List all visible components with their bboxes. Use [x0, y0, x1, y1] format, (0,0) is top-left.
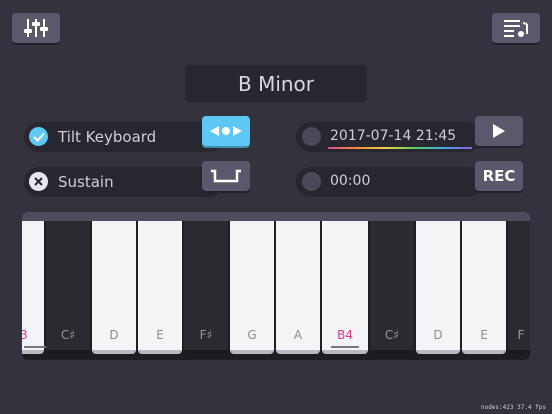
sustain-pedal-button[interactable] — [202, 161, 250, 191]
black-key[interactable]: C♯ — [370, 221, 414, 354]
tilt-keyboard-label: Tilt Keyboard — [58, 128, 157, 146]
key-label: D — [433, 328, 443, 342]
key-label: F — [517, 328, 525, 342]
black-key[interactable]: F♯ — [184, 221, 228, 354]
white-key[interactable]: E — [138, 221, 182, 354]
black-key[interactable]: C♯ — [46, 221, 90, 354]
key-display[interactable]: B Minor — [185, 65, 367, 102]
c-marker — [331, 346, 359, 348]
debug-stats: nodes:423 37.4 fps — [480, 404, 546, 411]
play-icon — [493, 124, 505, 138]
tilt-keyboard-row[interactable]: Tilt Keyboard — [24, 122, 224, 152]
mixer-button[interactable] — [12, 13, 60, 43]
piano-keyboard[interactable]: 3 C♯ D E F♯ G A B4 C♯ D E F — [22, 212, 530, 360]
white-key[interactable]: G — [230, 221, 274, 354]
x-icon[interactable] — [29, 172, 48, 191]
sliders-icon — [24, 19, 48, 37]
white-key[interactable]: D — [416, 221, 460, 354]
tilt-mode-button[interactable] — [202, 116, 250, 146]
key-label: G — [247, 328, 257, 342]
keyboard-top-bar — [22, 212, 530, 221]
white-key[interactable]: E — [462, 221, 506, 354]
key-label: C♯ — [384, 328, 400, 342]
key-label: 3 — [22, 328, 28, 342]
key-label: E — [156, 328, 164, 342]
rec-label: REC — [482, 167, 516, 185]
play-button[interactable] — [475, 116, 523, 146]
key-label: D — [109, 328, 119, 342]
sustain-label: Sustain — [58, 173, 114, 191]
key-label: F♯ — [199, 328, 213, 342]
arrows-left-dot-right-icon — [210, 126, 242, 136]
white-key[interactable]: B4 — [322, 221, 368, 354]
recorder-indicator — [302, 172, 321, 191]
white-key[interactable]: 3 — [22, 221, 52, 354]
recording-title: 2017-07-14 21:45 — [330, 128, 457, 144]
white-key[interactable]: A — [276, 221, 320, 354]
recording-select-indicator[interactable] — [302, 127, 321, 146]
key-label: B Minor — [237, 71, 315, 96]
white-key[interactable]: D — [92, 221, 136, 354]
check-icon[interactable] — [29, 127, 48, 146]
key-label: E — [480, 328, 488, 342]
playlist-button[interactable] — [492, 13, 540, 43]
key-label: A — [293, 328, 303, 342]
recording-row[interactable]: 2017-07-14 21:45 — [296, 122, 482, 152]
recorder-time: 00:00 — [330, 173, 371, 189]
recording-waveform-strip — [328, 147, 472, 149]
black-key[interactable]: F — [508, 221, 530, 354]
playlist-music-icon — [504, 20, 528, 37]
rec-button[interactable]: REC — [475, 161, 523, 191]
key-label: B4 — [337, 328, 353, 342]
recorder-row[interactable]: 00:00 — [296, 167, 482, 197]
sustain-pedal-icon — [211, 169, 241, 183]
sustain-row[interactable]: Sustain — [24, 167, 224, 197]
key-label: C♯ — [60, 328, 76, 342]
